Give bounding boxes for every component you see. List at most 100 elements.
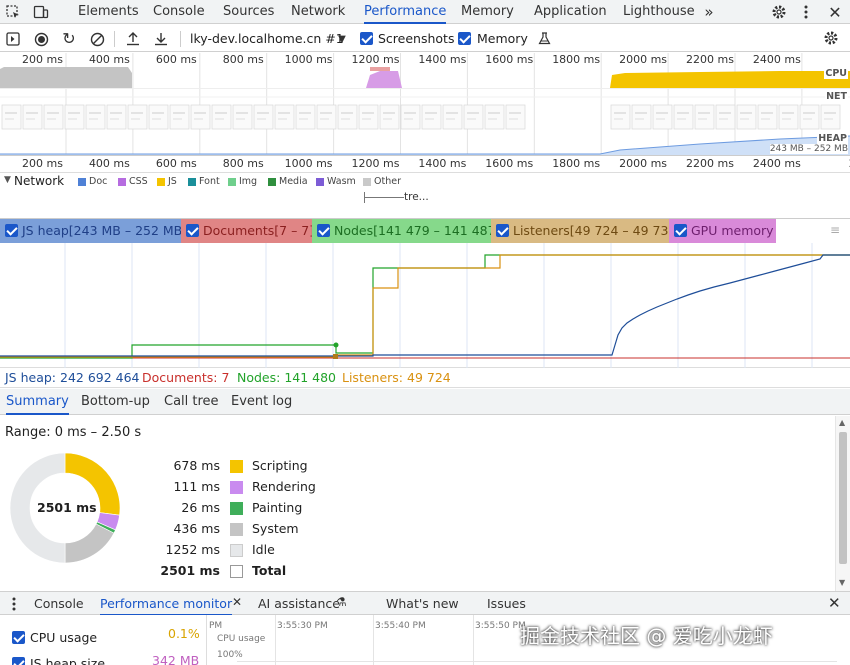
memory-checkbox[interactable]	[458, 32, 471, 45]
js-heap-size-checkbox[interactable]	[12, 657, 25, 665]
close-performance-monitor-icon[interactable]: ✕	[232, 595, 242, 609]
summary-swatch	[230, 460, 243, 473]
device-toolbar-icon[interactable]	[32, 3, 50, 21]
tab-network[interactable]: Network	[291, 0, 345, 24]
summary-category-label: Rendering	[252, 479, 316, 494]
tab-application[interactable]: Application	[534, 0, 607, 24]
more-options-icon[interactable]	[797, 3, 815, 21]
summary-value: 26 ms	[181, 500, 220, 515]
tab-console[interactable]: Console	[153, 0, 205, 24]
scrollbar-thumb[interactable]	[839, 432, 847, 564]
tab-lighthouse[interactable]: Lighthouse	[623, 0, 695, 24]
summary-swatch	[230, 523, 243, 536]
drawer-tab-what-s-new[interactable]: What's new	[386, 592, 459, 616]
upload-profile-icon[interactable]	[124, 29, 142, 47]
counter-checkbox[interactable]	[5, 224, 18, 237]
reload-record-icon[interactable]: ↻	[60, 29, 78, 48]
cpu-rendering-area	[366, 71, 402, 88]
more-tabs-icon[interactable]: »	[700, 3, 718, 21]
legend-swatch	[228, 177, 236, 186]
overview-tick: 1600 ms	[485, 53, 534, 66]
ruler-tick: 600 ms	[155, 157, 197, 170]
screenshots-checkbox[interactable]	[360, 32, 373, 45]
legend-doc: Doc	[78, 176, 107, 187]
tab-memory[interactable]: Memory	[461, 0, 514, 24]
clear-icon[interactable]	[88, 30, 106, 48]
details-tab-event-log[interactable]: Event log	[231, 389, 292, 415]
counter-toggle-4[interactable]: GPU memory	[669, 219, 776, 243]
summary-swatch	[230, 565, 243, 578]
overview-tick: 800 ms	[222, 53, 264, 66]
counter-toggle-2[interactable]: Nodes[141 479 – 141 487]	[312, 219, 491, 243]
timeline-overview[interactable]: 200 ms 400 ms 600 ms 800 ms 1000 ms 1200 ms 14…	[0, 53, 850, 156]
summary-category-label: System	[252, 521, 299, 536]
cpu-usage-label: CPU usage	[30, 630, 98, 645]
counter-checkbox[interactable]	[317, 224, 330, 237]
drawer-tab-ai-assistance[interactable]: AI assistance	[258, 592, 340, 616]
tab-elements[interactable]: Elements	[78, 0, 139, 24]
screenshot-thumb	[190, 104, 211, 130]
overview-graphics	[0, 53, 850, 155]
drawer-tab-issues[interactable]: Issues	[487, 592, 526, 616]
download-profile-icon[interactable]	[152, 29, 170, 47]
screenshot-thumb	[400, 104, 421, 130]
scroll-up-icon[interactable]: ▲	[839, 418, 845, 427]
legend-swatch	[268, 177, 276, 186]
legend-img: Img	[228, 176, 257, 187]
summary-panel: Range: 0 ms – 2.50 s 2501 ms 678 ms Scrip…	[0, 416, 850, 591]
settings-gear-icon[interactable]	[770, 3, 788, 21]
counter-checkbox[interactable]	[496, 224, 509, 237]
expand-network-icon[interactable]: ▼	[4, 175, 11, 185]
record-icon[interactable]	[32, 30, 50, 48]
monitor-gridline	[373, 615, 374, 665]
capture-settings-gear-icon[interactable]	[822, 29, 840, 47]
screenshot-thumb	[736, 104, 757, 130]
target-selector[interactable]: lky-dev.localhome.cn #1	[190, 25, 344, 52]
toggle-sidebar-icon[interactable]	[4, 30, 22, 48]
overview-tick: 1200 ms	[351, 53, 400, 66]
network-request-label[interactable]: tre...	[404, 191, 429, 203]
summary-category-label: Idle	[252, 542, 275, 557]
screenshot-thumb	[43, 104, 64, 130]
details-tab-bottom-up[interactable]: Bottom-up	[81, 389, 150, 415]
screenshot-thumb	[799, 104, 820, 130]
js-heap-line	[0, 254, 850, 357]
screenshot-thumb	[379, 104, 400, 130]
details-tab-summary[interactable]: Summary	[6, 389, 69, 415]
details-tab-call-tree[interactable]: Call tree	[164, 389, 219, 415]
counter-checkbox[interactable]	[186, 224, 199, 237]
memory-readout: JS heap: 242 692 464 Documents: 7 Nodes:…	[0, 368, 850, 388]
counter-toggle-3[interactable]: Listeners[49 724 – 49 730]	[491, 219, 669, 243]
dropdown-arrow-icon[interactable]: ▼	[333, 30, 351, 48]
close-devtools-icon[interactable]: ✕	[826, 3, 844, 22]
scroll-down-icon[interactable]: ▼	[839, 578, 845, 587]
network-track[interactable]: ▼ Network Doc CSS JS Font Img Media Wasm Other …	[0, 173, 850, 219]
drag-handle-icon[interactable]: ≡	[830, 223, 840, 237]
tab-sources[interactable]: Sources	[223, 0, 274, 24]
tab-performance[interactable]: Performance	[364, 0, 447, 24]
donut-total-label: 2501 ms	[37, 500, 97, 515]
inspect-element-icon[interactable]	[4, 3, 22, 21]
counter-toggle-0[interactable]: JS heap[243 MB – 252 MB]	[0, 219, 181, 243]
drawer-tab-performance-monitor[interactable]: Performance monitor	[100, 592, 233, 616]
garbage-collect-icon[interactable]	[535, 29, 553, 47]
legend-label: JS	[168, 176, 177, 187]
summary-scrollbar[interactable]: ▲ ▼	[835, 416, 850, 591]
drawer-menu-icon[interactable]	[5, 595, 23, 613]
counter-label: Documents[7 – 7]	[203, 223, 312, 238]
screenshot-thumb	[631, 104, 652, 130]
toolbar-separator	[114, 31, 115, 47]
screenshot-thumb	[505, 104, 526, 130]
legend-label: Doc	[89, 176, 108, 187]
monitor-time-3: 3:55:50 PM	[475, 621, 526, 631]
legend-js: JS	[157, 176, 177, 187]
legend-label: Img	[239, 176, 258, 187]
cpu-usage-checkbox[interactable]	[12, 631, 25, 644]
close-drawer-icon[interactable]: ✕	[828, 594, 841, 612]
counter-toggle-1[interactable]: Documents[7 – 7]	[181, 219, 312, 243]
monitor-cpu-chart-label: CPU usage	[217, 634, 266, 644]
counter-checkbox[interactable]	[674, 224, 687, 237]
drawer-tab-console[interactable]: Console	[34, 592, 84, 616]
memory-counter-graph[interactable]	[0, 243, 850, 368]
monitor-cpu-chart-max: 100%	[217, 650, 243, 660]
